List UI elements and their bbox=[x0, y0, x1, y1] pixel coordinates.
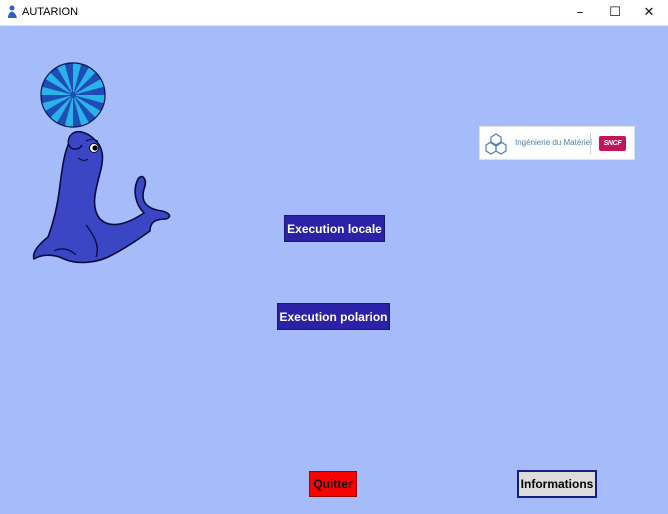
logo-divider bbox=[590, 133, 591, 154]
company-logo: Ingénierie du Matériel SNCF bbox=[479, 126, 635, 160]
hex-logo-icon bbox=[485, 133, 507, 155]
informations-button[interactable]: Informations bbox=[517, 470, 597, 498]
logo-text: Ingénierie du Matériel bbox=[515, 138, 592, 147]
minimize-button[interactable]: – bbox=[563, 0, 597, 25]
quit-button[interactable]: Quitter bbox=[309, 471, 357, 497]
app-icon bbox=[8, 5, 17, 18]
window-title: AUTARION bbox=[22, 6, 79, 18]
seal-illustration bbox=[32, 62, 171, 264]
beach-ball-icon bbox=[40, 62, 106, 128]
sncf-logo: SNCF bbox=[599, 136, 626, 151]
app-window: AUTARION – ☐ ✕ Ingénierie du Matériel SN… bbox=[0, 0, 668, 514]
seal-body bbox=[32, 131, 171, 264]
maximize-button[interactable]: ☐ bbox=[598, 0, 632, 25]
title-bar: AUTARION – ☐ ✕ bbox=[0, 0, 668, 26]
execution-polarion-button[interactable]: Execution polarion bbox=[277, 303, 390, 330]
close-button[interactable]: ✕ bbox=[632, 0, 666, 25]
execution-locale-button[interactable]: Execution locale bbox=[284, 215, 385, 242]
